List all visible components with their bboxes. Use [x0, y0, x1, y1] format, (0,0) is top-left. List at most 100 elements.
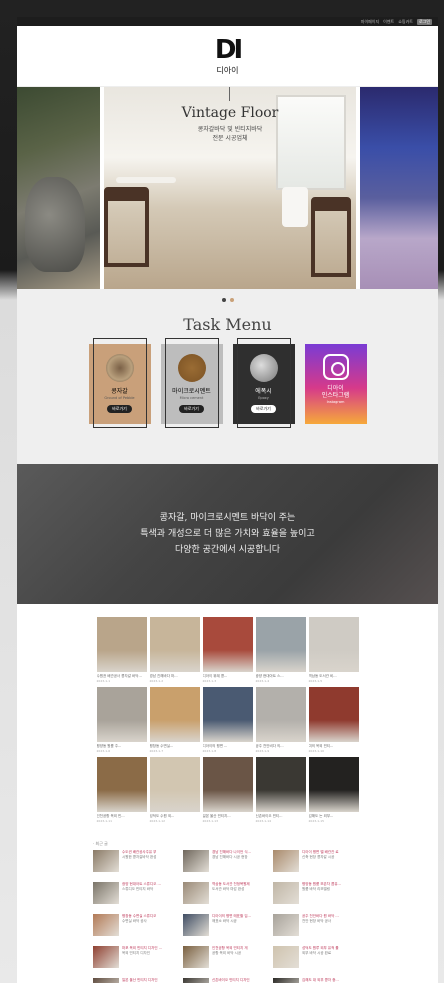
task-card-instagram[interactable]: 디아이 인스타그램 Instagram: [304, 344, 367, 424]
board-item-title[interactable]: 수도권 배관공사주유 부: [122, 850, 156, 854]
board-item-title[interactable]: 김해도 대 외부 콩자 중...: [302, 978, 339, 982]
board-item-title[interactable]: 성덕도 원루 외부 유적 를: [302, 946, 339, 950]
logo-text[interactable]: 디아이: [216, 65, 238, 76]
gallery-item[interactable]: 성덕도 수원 외... 2023-1-12: [149, 757, 200, 823]
slider-dot[interactable]: [221, 298, 226, 302]
board-item-title[interactable]: 디아이 평면 밸 배관관 로: [302, 850, 339, 854]
board-thumbnail[interactable]: [93, 946, 119, 968]
gallery-thumbnail[interactable]: [308, 757, 359, 812]
board-item-title[interactable]: 신촌바이오 빈티지 디자인: [212, 978, 250, 982]
topbar-link-mypage[interactable]: 마이페이지: [361, 19, 379, 25]
login-button[interactable]: 로그인: [416, 18, 432, 25]
gallery-item[interactable]: 신촌바이오 빈티... 2023-1-14: [255, 757, 306, 823]
board-item[interactable]: 디아이 평면 밸 배관관 로 신축 현장 콩자갈 시공: [273, 850, 357, 876]
gallery-thumbnail[interactable]: [202, 687, 253, 742]
board-item[interactable]: 평양동 원룸 보존차 콤뮤... 원룸 바닥 리모델링: [273, 882, 357, 908]
board-thumbnail[interactable]: [273, 914, 299, 936]
gallery-item[interactable]: 여의 옥외 빈티... 2023-1-10: [308, 687, 359, 753]
logo-mark[interactable]: DI: [215, 37, 243, 63]
board-thumbnail[interactable]: [273, 978, 299, 983]
gallery-item[interactable]: 광양 현대아트 스... 2023-1-4: [255, 617, 306, 683]
board-item-title[interactable]: 평양동 원룸 보존차 콤뮤...: [302, 882, 341, 886]
board-item-title[interactable]: 공주 천안바다 원 바닥 ...: [302, 914, 339, 918]
gallery-item[interactable]: 인천공항 옥외 빈... 2023-1-11: [96, 757, 147, 823]
gallery-item[interactable]: 평양동 원룸 주... 2023-1-6: [96, 687, 147, 753]
board-item-title[interactable]: 일본 울산 빈티지 디자인: [122, 978, 158, 982]
gallery-item[interactable]: 평창동 수면실... 2023-1-7: [149, 687, 200, 753]
board-item-excerpt: 천안 현장 바닥 공사: [302, 918, 332, 923]
board-item[interactable]: 경남 진해바다 나이언 식... 경남 진해바다 시공 현장: [183, 850, 267, 876]
task-card-epoxy[interactable]: 에폭시 Epoxy 바로가기: [232, 338, 295, 428]
board-thumbnail[interactable]: [93, 914, 119, 936]
top-utility-bar: 마이페이지 이벤트 쇼핑카트 로그인: [17, 17, 438, 26]
gallery-date: 2023-1-11: [96, 819, 113, 823]
task-card-microcement[interactable]: 마이크로시멘트 Micro cement 바로가기: [160, 338, 223, 428]
gallery-thumbnail[interactable]: [308, 687, 359, 742]
board-item[interactable]: 공주 천안바다 원 바닥 ... 천안 현장 바닥 공사: [273, 914, 357, 940]
board-text: 경남 진해바다 나이언 식... 경남 진해바다 시공 현장: [212, 850, 251, 876]
gallery-date: 2023-1-3: [202, 679, 217, 683]
task-card-pebble[interactable]: 콩자갈 Ground of Pebble 바로가기: [88, 338, 151, 428]
board-text: 디아이의 평면 매표할 입... 매표소 바닥 시공: [212, 914, 251, 940]
board-item-title[interactable]: 광양 현대아트 스튜디오 ...: [122, 882, 161, 886]
board-thumbnail[interactable]: [273, 946, 299, 968]
gallery-item[interactable]: 경남 진해바다 마... 2023-1-2: [149, 617, 200, 683]
board-item[interactable]: 광양 현대아트 스튜디오 ... 스튜디오 빈티지 바닥: [93, 882, 177, 908]
board-item[interactable]: 신촌바이오 빈티지 디자인빈티지 바닥 완성: [183, 978, 267, 983]
board-thumbnail[interactable]: [183, 914, 209, 936]
board-item-excerpt: 스튜디오 빈티지 바닥: [122, 886, 154, 891]
board-item-title[interactable]: 평창동 수면실 스튜디오: [122, 914, 156, 918]
board-item[interactable]: 디아이의 평면 매표할 입... 매표소 바닥 시공: [183, 914, 267, 940]
gallery-thumbnail[interactable]: [96, 617, 147, 672]
gallery-thumbnail[interactable]: [149, 687, 200, 742]
gallery-item[interactable]: 디아이의 평면 ... 2023-1-8: [202, 687, 253, 753]
gallery-thumbnail[interactable]: [255, 617, 306, 672]
gallery-item[interactable]: 공주 천안비다 의... 2023-1-9: [255, 687, 306, 753]
gallery-date: 2023-1-10: [308, 749, 325, 753]
gallery-item[interactable]: 역삼동 도서관 비... 2023-1-5: [308, 617, 359, 683]
gallery-thumbnail[interactable]: [202, 757, 253, 812]
board-thumbnail[interactable]: [183, 850, 209, 872]
gallery-item[interactable]: 일본 울산 빈티지... 2023-1-13: [202, 757, 253, 823]
board-thumbnail[interactable]: [93, 882, 119, 904]
board-item[interactable]: 마포 옥외 빈티지 디자인 ... 옥외 빈티지 디자인: [93, 946, 177, 972]
board-thumbnail[interactable]: [273, 850, 299, 872]
board-item[interactable]: 성덕도 원루 외부 유적 를 외부 바닥 시공 완료: [273, 946, 357, 972]
gallery-item[interactable]: 디아이 위례 콩... 2023-1-3: [202, 617, 253, 683]
board-thumbnail[interactable]: [183, 946, 209, 968]
board-item-title[interactable]: 역삼동 도서관 천정복원제: [212, 882, 250, 886]
chair-image: [311, 197, 351, 277]
topbar-link-cart[interactable]: 쇼핑카트: [398, 19, 413, 25]
board-thumbnail[interactable]: [93, 850, 119, 872]
hero-slider[interactable]: Vintage Floor 콩자갈바닥 및 빈티지바닥 전문 시공업체: [17, 87, 438, 289]
board-thumbnail[interactable]: [273, 882, 299, 904]
board-thumbnail[interactable]: [93, 978, 119, 983]
gallery-thumbnail[interactable]: [308, 617, 359, 672]
gallery-thumbnail[interactable]: [149, 757, 200, 812]
gallery-item[interactable]: 김해도 는 외부... 2023-1-15: [308, 757, 359, 823]
board-text: 김해도 대 외부 콩자 중...외부 콩자갈 바닥: [302, 978, 339, 983]
board-item[interactable]: 수도권 배관공사주유 부 시원한 콩자갈바닥 완성: [93, 850, 177, 876]
board-item-title[interactable]: 마포 옥외 빈티지 디자인 ...: [122, 946, 162, 950]
board-thumbnail[interactable]: [183, 978, 209, 983]
gallery-date: 2023-1-15: [308, 819, 325, 823]
gallery-thumbnail[interactable]: [96, 757, 147, 812]
board-item-title[interactable]: 인천공항 옥외 빈티지 게: [212, 946, 248, 950]
board-item[interactable]: 김해도 대 외부 콩자 중...외부 콩자갈 바닥: [273, 978, 357, 983]
gallery-date: 2023-1-14: [255, 819, 272, 823]
gallery-thumbnail[interactable]: [202, 617, 253, 672]
slider-dot-active[interactable]: [229, 298, 234, 302]
board-item[interactable]: 인천공항 옥외 빈티지 게 공항 옥외 바닥 시공: [183, 946, 267, 972]
board-item-title[interactable]: 경남 진해바다 나이언 식...: [212, 850, 251, 854]
gallery-thumbnail[interactable]: [255, 687, 306, 742]
board-thumbnail[interactable]: [183, 882, 209, 904]
board-item[interactable]: 일본 울산 빈티지 디자인빈티지 디자인 바닥: [93, 978, 177, 983]
gallery-thumbnail[interactable]: [149, 617, 200, 672]
gallery-item[interactable]: 수원권 배관공사 콩자갈 바닥... 2023-1-1: [96, 617, 147, 683]
gallery-thumbnail[interactable]: [96, 687, 147, 742]
board-item[interactable]: 역삼동 도서관 천정복원제 도서관 바닥 마감 완성: [183, 882, 267, 908]
board-item[interactable]: 평창동 수면실 스튜디오 수면실 바닥 공사: [93, 914, 177, 940]
gallery-thumbnail[interactable]: [255, 757, 306, 812]
board-item-title[interactable]: 디아이의 평면 매표할 입...: [212, 914, 251, 918]
topbar-link-event[interactable]: 이벤트: [383, 19, 394, 25]
